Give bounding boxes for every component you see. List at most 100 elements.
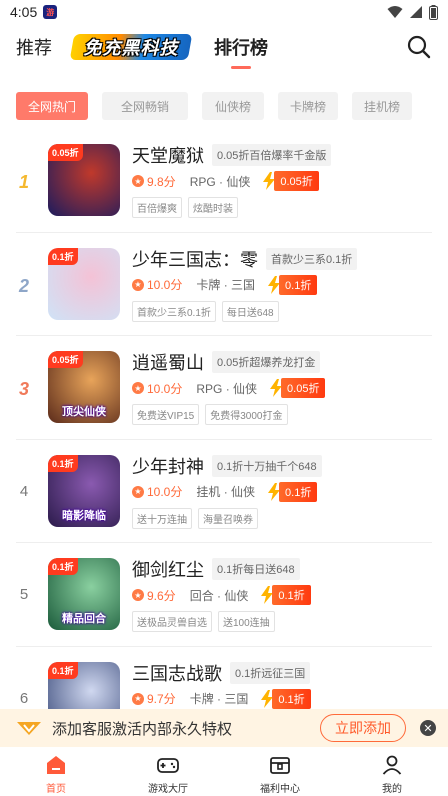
discount-badge: 0.05折 — [269, 378, 326, 398]
status-icons — [387, 4, 438, 20]
home-icon — [47, 756, 65, 774]
filter-chip[interactable]: 全网热门 — [16, 92, 88, 120]
tab-active-indicator — [231, 66, 251, 69]
game-meta-line: ★ 10.0分 挂机 · 仙侠 0.1折 — [132, 481, 448, 502]
promo-tag: 0.1折十万抽千个648 — [212, 454, 322, 477]
game-info: 逍遥蜀山 0.05折超爆养龙打金 ★ 10.0分 RPG · 仙侠 0.05折 免费送VIP… — [132, 351, 448, 425]
game-icon[interactable]: 0.05折 顶尖仙侠 — [48, 351, 120, 423]
rank-number: 2 — [18, 275, 29, 296]
game-genre: 卡牌 · 三国 — [189, 692, 249, 706]
vip-badge-icon — [17, 722, 41, 735]
discount-corner-badge: 0.1折 — [48, 558, 78, 575]
game-info: 御剑红尘 0.1折每日送648 ★ 9.6分 回合 · 仙侠 0.1折 送极品灵兽自选 送10… — [132, 558, 448, 632]
ranking-filter-chips: 全网热门 全网畅销 仙侠榜 卡牌榜 挂机榜 — [16, 92, 412, 120]
close-icon[interactable]: ✕ — [420, 720, 436, 736]
feature-tag: 送十万连抽 — [132, 507, 192, 529]
feature-tags: 送十万连抽 海量召唤券 — [132, 507, 448, 529]
game-title-line: 逍遥蜀山 0.05折超爆养龙打金 — [132, 351, 448, 373]
filter-chip[interactable]: 仙侠榜 — [202, 92, 264, 120]
nav-label: 福利中心 — [260, 784, 300, 795]
brand-logo-text: 免充黑科技 — [83, 38, 179, 58]
discount-corner-badge: 0.05折 — [48, 144, 83, 161]
promo-tag: 0.1折远征三国 — [230, 661, 311, 684]
rank-number: 4 — [19, 482, 29, 500]
game-score: 10.0分 — [147, 381, 183, 396]
game-title-line: 御剑红尘 0.1折每日送648 — [132, 558, 448, 580]
feature-tags: 送极品灵兽自选 送100连抽 — [132, 611, 448, 632]
discount-corner-badge: 0.1折 — [48, 661, 78, 679]
feature-tags: 首款少三系0.1折 每日送648 — [132, 300, 448, 322]
game-icon[interactable]: 0.1折 暗影降临 — [48, 454, 120, 527]
game-list-item[interactable]: 4 0.1折 暗影降临 少年封神 0.1折十万抽千个648 ★ 10.0分 挂机 · 仙侠 0.… — [0, 438, 448, 543]
nav-item-home[interactable]: 首页 — [0, 747, 112, 796]
feature-tag: 送100连抽 — [218, 611, 275, 632]
game-list-item[interactable]: 3 0.05折 顶尖仙侠 逍遥蜀山 0.05折超爆养龙打金 ★ 10.0分 RPG · 仙侠 0… — [0, 335, 448, 439]
battery-icon — [429, 4, 438, 20]
star-icon: ★ — [132, 485, 144, 498]
discount-value: 0.05折 — [274, 171, 319, 191]
game-info: 三国志战歌 0.1折远征三国 ★ 9.7分 卡牌 · 三国 0.1折 — [132, 660, 448, 709]
game-name[interactable]: 御剑红尘 — [132, 556, 204, 582]
search-icon[interactable] — [406, 34, 432, 60]
promo-tag: 0.1折每日送648 — [212, 558, 300, 580]
filter-chip[interactable]: 挂机榜 — [352, 92, 412, 120]
icon-caption: 顶尖仙侠 — [62, 406, 106, 418]
game-name[interactable]: 逍遥蜀山 — [132, 349, 204, 375]
wifi-icon — [387, 6, 403, 18]
add-now-button[interactable]: 立即添加 — [320, 714, 406, 742]
rank-number: 3 — [18, 379, 29, 399]
feature-tags: 百倍爆爽 炫酷时装 — [132, 197, 448, 218]
feature-tags: 免费送VIP15 免费得3000打金 — [132, 404, 448, 425]
game-icon[interactable]: 0.05折 — [48, 144, 120, 216]
game-name[interactable]: 三国志战歌 — [132, 660, 222, 686]
nav-item-gift-box[interactable]: 福利中心 — [224, 747, 336, 796]
game-genre: 卡牌 · 三国 — [196, 278, 256, 292]
game-name[interactable]: 少年封神 — [132, 453, 204, 479]
brand-logo[interactable]: 免充黑科技 — [69, 32, 193, 62]
rank-number: 1 — [18, 172, 29, 192]
game-info: 少年三国志：零首款少三系0.1折 ★ 10.0分 卡牌 · 三国 0.1折首款少三系0.… — [132, 246, 448, 322]
promo-tag: 0.05折百倍爆率千金版 — [212, 144, 332, 166]
tab-ranking[interactable]: 排行榜 — [214, 34, 268, 69]
game-icon[interactable]: 0.1折精品回合 — [48, 558, 120, 630]
game-score: 10.0分 — [147, 485, 183, 499]
top-header: 推荐 免充黑科技 排行榜 — [0, 24, 448, 70]
game-score: 9.6分 — [147, 588, 176, 603]
discount-badge: 0.1折 — [267, 274, 318, 295]
game-meta-line: ★ 9.7分 卡牌 · 三国 0.1折 — [132, 688, 448, 709]
star-icon: ★ — [132, 278, 144, 291]
feature-tag: 免费得3000打金 — [205, 404, 288, 425]
nav-item-gamepad[interactable]: 游戏大厅 — [112, 747, 224, 796]
game-name[interactable]: 天堂魔狱 — [132, 142, 204, 168]
game-score: 10.0分 — [147, 278, 183, 292]
banner-text: 添加客服激活内部永久特权 — [52, 720, 233, 738]
game-list-item[interactable]: 1 0.05折 天堂魔狱 0.05折百倍爆率千金版 ★ 9.8分 RPG · 仙侠 0.05折… — [0, 128, 448, 232]
filter-chip[interactable]: 全网畅销 — [102, 92, 188, 120]
game-icon[interactable]: 0.1折 — [48, 247, 120, 320]
feature-tag: 炫酷时装 — [188, 197, 238, 218]
icon-caption: 精品回合 — [62, 613, 106, 625]
feature-tag: 百倍爆爽 — [132, 197, 182, 218]
discount-value: 0.1折 — [272, 585, 311, 605]
tab-recommend[interactable]: 推荐 — [16, 34, 52, 60]
nav-label: 游戏大厅 — [148, 784, 188, 795]
promo-tag: 0.05折超爆养龙打金 — [212, 351, 321, 373]
game-score: 9.7分 — [147, 692, 176, 706]
game-meta-line: ★ 10.0分 卡牌 · 三国 0.1折 — [132, 274, 448, 295]
filter-chip[interactable]: 卡牌榜 — [278, 92, 338, 120]
game-score: 9.8分 — [147, 174, 176, 189]
discount-badge: 0.1折 — [267, 481, 318, 502]
gamepad-icon — [157, 758, 179, 773]
game-title-line: 少年封神 0.1折十万抽千个648 — [132, 453, 448, 479]
feature-tag: 首款少三系0.1折 — [132, 300, 216, 322]
game-genre: RPG · 仙侠 — [196, 381, 258, 396]
rank-number: 5 — [19, 586, 29, 603]
game-name[interactable]: 少年三国志：零 — [132, 246, 258, 272]
status-time: 4:05 — [10, 4, 38, 20]
game-genre: RPG · 仙侠 — [189, 174, 251, 189]
status-bar: 4:05 游 — [0, 0, 448, 24]
game-list-item[interactable]: 2 0.1折 少年三国志：零 首款少三系0.1折 ★ 10.0分 卡牌 · 三国 0.1折 首款… — [0, 231, 448, 336]
game-list-item[interactable]: 5 0.1折 精品回合 御剑红尘 0.1折每日送648 ★ 9.6分 回合 · 仙侠 0.1折送… — [0, 542, 448, 646]
nav-item-user[interactable]: 我的 — [336, 747, 448, 796]
game-ranking-list: 1 0.05折 天堂魔狱 0.05折百倍爆率千金版 ★ 9.8分 RPG · 仙侠 0.05折… — [0, 128, 448, 749]
